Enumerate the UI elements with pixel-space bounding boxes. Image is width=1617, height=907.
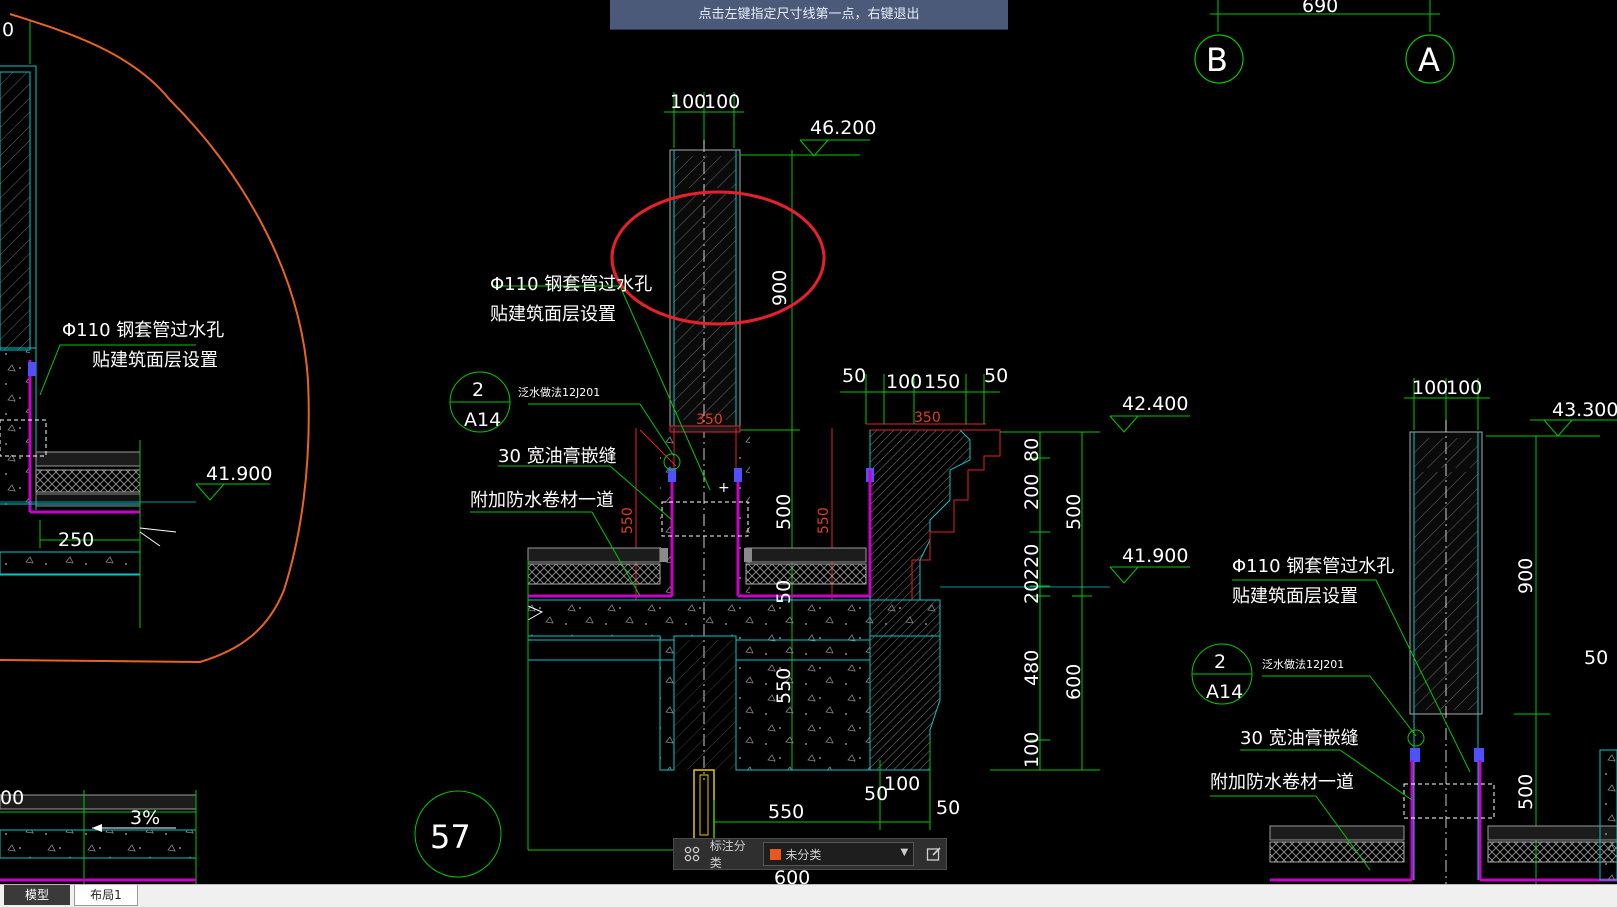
label-dim-20: 20 xyxy=(1021,580,1043,604)
label-membrane-mid: 附加防水卷材一道 xyxy=(470,490,614,511)
axis-a-label: A xyxy=(1418,41,1440,79)
label-dim-100: 100 xyxy=(886,371,922,393)
svg-text:+: + xyxy=(718,480,730,496)
category-color-swatch xyxy=(770,848,782,860)
label-dim-550-mid: 550 xyxy=(773,668,795,704)
edit-icon[interactable] xyxy=(922,842,946,866)
label-left-top: 0 xyxy=(2,19,14,41)
label-red-350a: 350 xyxy=(696,412,723,428)
callout-mid-top: 2 xyxy=(472,379,484,401)
callout-right-bottom: A14 xyxy=(1206,681,1243,703)
label-dim-600-right: 600 xyxy=(1063,664,1085,700)
label-dim-100-bottom2: 100 xyxy=(884,773,920,795)
label-dim-550-bottom: 550 xyxy=(768,801,804,823)
tab-layout1[interactable]: 布局1 xyxy=(74,885,138,906)
label-joint-right: 30 宽油膏嵌缝 xyxy=(1240,727,1359,749)
label-r-wall-100b: 100 xyxy=(1446,377,1482,399)
cad-drawing-canvas[interactable]: + 690 B A 100 100 46.200 900 Φ110 钢套管过水孔… xyxy=(0,0,1617,884)
axis-b-label: B xyxy=(1206,41,1228,79)
label-dim-250: 250 xyxy=(58,529,94,551)
label-top-690: 690 xyxy=(1302,0,1338,17)
label-elev-42400: 42.400 xyxy=(1122,393,1188,415)
label-red-350b: 350 xyxy=(914,410,941,426)
detail-number-57: 57 xyxy=(430,818,471,856)
label-pipe-left: Φ110 钢套管过水孔 xyxy=(62,320,224,341)
annotation-category-label: 标注分类 xyxy=(709,839,746,870)
label-ref-mid: 泛水做法12J201 xyxy=(518,385,600,399)
label-pipe-right: Φ110 钢套管过水孔 xyxy=(1232,556,1394,577)
annotation-category-select[interactable]: 未分类 ▼ xyxy=(763,842,915,866)
label-dim-150: 150 xyxy=(924,371,960,393)
chevron-down-icon: ▼ xyxy=(900,847,909,858)
label-dim-900: 900 xyxy=(769,270,791,306)
label-elev-46200: 46.200 xyxy=(810,117,876,139)
label-dim-550-red-right: 550 xyxy=(816,507,832,534)
middle-detail: + xyxy=(414,92,1190,878)
label-dim-50a: 50 xyxy=(842,365,866,387)
label-dim-480: 480 xyxy=(1021,650,1043,686)
callout-mid-bottom: A14 xyxy=(464,409,501,431)
grid-icon[interactable] xyxy=(680,842,704,866)
label-dim-00: 00 xyxy=(0,787,24,809)
category-selected-value: 未分类 xyxy=(785,847,822,862)
label-dim-500-right: 500 xyxy=(1063,494,1085,530)
label-r-dim-900: 900 xyxy=(1515,558,1537,594)
label-joint-mid: 30 宽油膏嵌缝 xyxy=(498,445,617,467)
annotation-category-toolbar: 标注分类 未分类 ▼ xyxy=(673,838,947,870)
tab-model[interactable]: 模型 xyxy=(4,885,70,905)
label-dim-50-bottom3: 50 xyxy=(936,797,960,819)
label-dim-550-red-left: 550 xyxy=(620,507,636,534)
callout-right-top: 2 xyxy=(1214,651,1226,673)
label-dim-50b: 50 xyxy=(984,365,1008,387)
label-dim-80: 80 xyxy=(1021,438,1043,462)
label-elev-41900-left: 41.900 xyxy=(206,463,272,485)
label-face-right: 贴建筑面层设置 xyxy=(1232,586,1358,607)
label-membrane-right: 附加防水卷材一道 xyxy=(1210,772,1354,793)
label-dim-500-mid: 500 xyxy=(773,494,795,530)
label-ref-right: 泛水做法12J201 xyxy=(1262,657,1344,671)
label-face-mid: 贴建筑面层设置 xyxy=(490,304,616,325)
label-dim-50-mid: 50 xyxy=(773,580,795,604)
label-face-left: 贴建筑面层设置 xyxy=(92,350,218,371)
label-r-wall-100a: 100 xyxy=(1412,377,1448,399)
label-dim-220: 220 xyxy=(1021,544,1043,580)
label-wall-100a: 100 xyxy=(670,91,706,113)
label-dim-200: 200 xyxy=(1021,474,1043,510)
label-r-elev-43300: 43.300 xyxy=(1552,399,1617,421)
command-prompt-bar: 点击左键指定尺寸线第一点，右键退出 xyxy=(610,0,1008,30)
label-wall-100b: 100 xyxy=(704,91,740,113)
left-detail xyxy=(0,20,270,884)
label-elev-41900-mid: 41.900 xyxy=(1122,545,1188,567)
label-r-dim-500: 500 xyxy=(1515,774,1537,810)
label-r-dim-50: 50 xyxy=(1584,647,1608,669)
label-slope: 3% xyxy=(130,807,160,829)
right-detail xyxy=(1191,378,1617,884)
label-pipe-mid: Φ110 钢套管过水孔 xyxy=(490,274,652,295)
layout-tab-bar: 模型 布局1 xyxy=(0,884,1617,907)
label-dim-100-bottom: 100 xyxy=(1021,732,1043,768)
